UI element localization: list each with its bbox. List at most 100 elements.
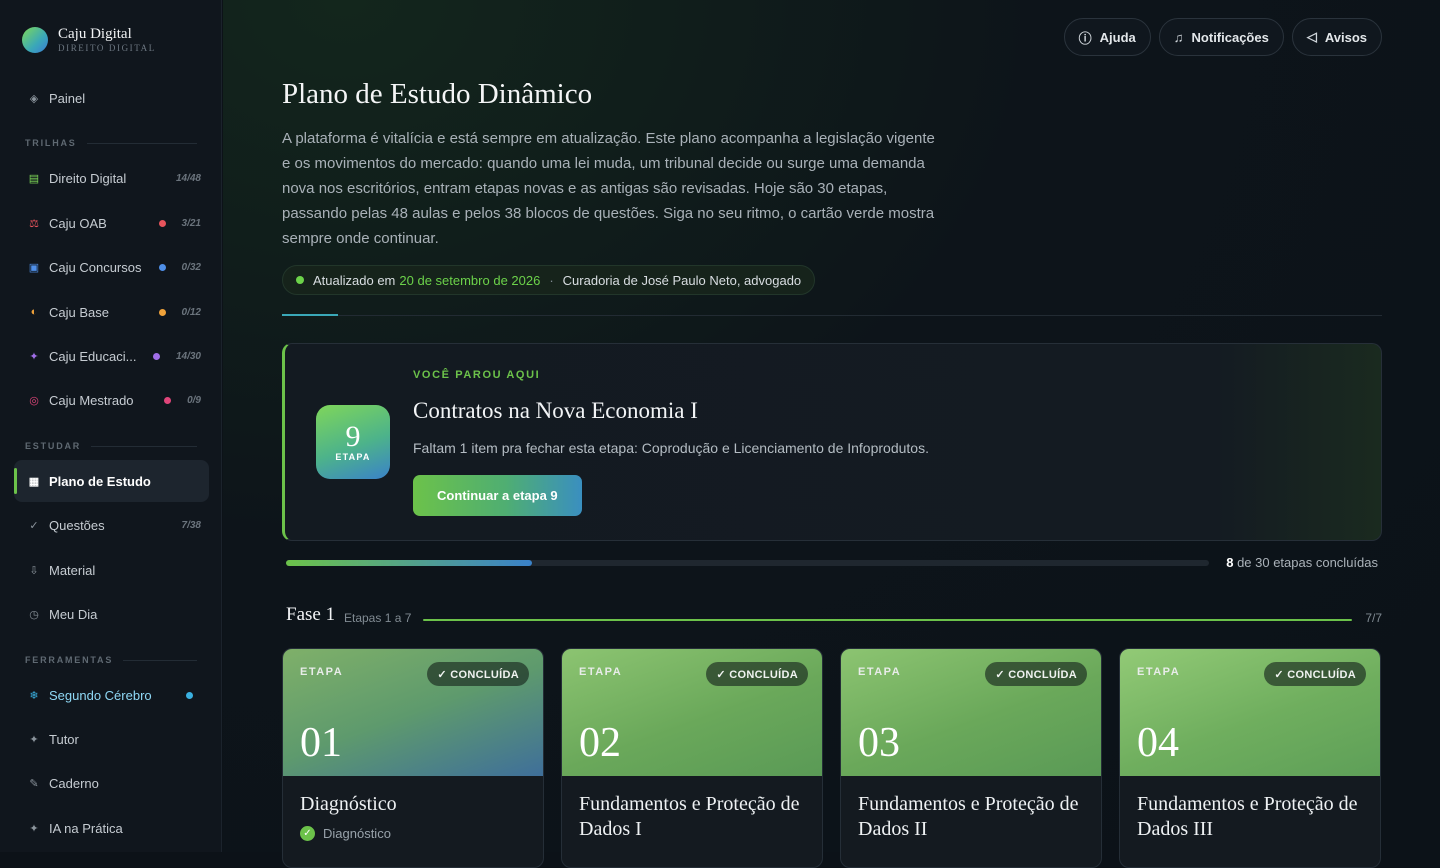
clock-icon: ◷ (29, 608, 39, 621)
progress-count: 3/21 (181, 217, 201, 229)
progress-suffix: de 30 etapas concluídas (1237, 555, 1378, 570)
stage-kicker: ETAPA (300, 666, 344, 678)
sidebar-item-meu-dia[interactable]: ◷ Meu Dia (14, 593, 209, 635)
download-icon: ⇩ (29, 564, 39, 577)
stage-number: 03 (858, 720, 900, 766)
resume-card: 9 ETAPA VOCÊ PAROU AQUI Contratos na Nov… (282, 343, 1382, 541)
help-icon: ⓘ (1078, 30, 1092, 46)
notices-label: Avisos (1324, 29, 1367, 45)
sidebar-item-questoes[interactable]: ✓ Questões 7/38 (14, 504, 209, 546)
sidebar-item-plano-de-estudo[interactable]: ▦ Plano de Estudo (14, 460, 209, 502)
status-dot (152, 352, 160, 360)
stage-card-04[interactable]: ETAPA ✓ CONCLUÍDA 04 Fundamentos e Prote… (1119, 648, 1381, 868)
page-intro: A plataforma é vitalícia e está sempre e… (282, 130, 935, 247)
notifications-button[interactable]: ♫ Notificações (1158, 18, 1284, 56)
main-content: ⓘ Ajuda ♫ Notificações ◁ Avisos Plano de… (223, 0, 1440, 868)
check-circle-icon: ✓ (300, 826, 315, 841)
status-dot (164, 396, 172, 404)
sidebar-item-caju-educacional[interactable]: ✦ Caju Educaci... 14/30 (14, 335, 209, 377)
updated-date: 20 de setembro de 2026 (399, 272, 541, 288)
sidebar-item-direito-digital[interactable]: ▤ Direito Digital 14/48 (14, 157, 209, 199)
sidebar-item-label: Caju Educaci... (49, 348, 137, 364)
sidebar-item-tutor[interactable]: ✦ Tutor (14, 718, 209, 760)
check-icon: ✓ (29, 519, 39, 532)
completed-badge: ✓ CONCLUÍDA (706, 662, 808, 686)
completed-badge: ✓ CONCLUÍDA (1264, 662, 1366, 686)
resume-title: Contratos na Nova Economia I (413, 398, 698, 423)
building-icon: ▣ (28, 261, 40, 274)
sidebar-item-label: Painel (49, 90, 86, 106)
notices-button[interactable]: ◁ Avisos (1291, 18, 1382, 56)
phase-progress-line (423, 619, 1352, 621)
half-circle-icon: ◐ (30, 306, 38, 318)
sidebar-item-label: Caderno (49, 775, 99, 791)
sidebar-item-label: Caju Base (49, 304, 109, 320)
brand-subtitle: DIREITO DIGITAL (58, 43, 156, 53)
sidebar: Caju Digital DIREITO DIGITAL ◈ Painel TR… (0, 0, 222, 852)
stage-card-02[interactable]: ETAPA ✓ CONCLUÍDA 02 Fundamentos e Prote… (561, 648, 823, 868)
sparkle-icon: ✦ (29, 822, 39, 835)
megaphone-icon: ◁ (1306, 29, 1317, 44)
diamond-icon: ◈ (29, 92, 39, 105)
status-dot (186, 691, 193, 699)
scales-icon: ⚖ (29, 217, 39, 230)
help-button[interactable]: ⓘ Ajuda (1063, 18, 1151, 56)
book-icon: ▤ (28, 172, 40, 185)
resume-kicker: VOCÊ PAROU AQUI (413, 369, 541, 381)
grid-icon: ▦ (28, 475, 40, 488)
notifications-label: Notificações (1191, 29, 1269, 45)
sidebar-item-caju-mestrado[interactable]: ◎ Caju Mestrado 0/9 (14, 379, 209, 421)
stage-badge: 9 ETAPA (316, 405, 390, 479)
sidebar-item-label: Tutor (49, 731, 79, 747)
sidebar-item-caju-concursos[interactable]: ▣ Caju Concursos 0/32 (14, 246, 209, 288)
sidebar-item-caju-base[interactable]: ◐ Caju Base 0/12 (14, 291, 209, 333)
sidebar-item-label: Caju Concursos (49, 259, 142, 275)
status-dot (158, 308, 166, 316)
stage-number: 04 (1137, 720, 1179, 766)
progress-count: 0/32 (181, 261, 201, 273)
sidebar-item-label: IA na Prática (49, 820, 123, 836)
progress-count: 0/9 (187, 394, 201, 406)
sparkle-icon: ✦ (29, 350, 39, 363)
section-label-ferramentas: FERRAMENTAS (25, 655, 197, 665)
separator: · (549, 272, 554, 288)
continue-stage-button[interactable]: Continuar a etapa 9 (413, 475, 582, 516)
pencil-icon: ✎ (29, 777, 39, 790)
caju-logo-icon (22, 27, 48, 53)
sidebar-item-caderno[interactable]: ✎ Caderno (14, 762, 209, 804)
progress-text: 8 de 30 etapas concluídas (1226, 555, 1378, 570)
sidebar-item-painel[interactable]: ◈ Painel (14, 77, 209, 119)
sidebar-item-caju-oab[interactable]: ⚖ Caju OAB 3/21 (14, 202, 209, 244)
divider-accent (282, 314, 338, 316)
section-label-estudar: ESTUDAR (25, 441, 197, 451)
stage-title: Diagnóstico (300, 793, 397, 815)
progress-count: 14/48 (175, 172, 201, 184)
stage-kicker: ETAPA (858, 666, 902, 678)
bell-icon: ♫ (1173, 29, 1184, 45)
progress-completed: 8 (1226, 555, 1234, 570)
snowflake-icon: ❄ (29, 689, 39, 702)
stage-card-01[interactable]: ETAPA ✓ CONCLUÍDA 01 Diagnóstico ✓ Diagn… (282, 648, 544, 868)
sidebar-item-material[interactable]: ⇩ Material (14, 549, 209, 591)
stage-tag: ✓ Diagnóstico (300, 826, 391, 841)
completed-badge: ✓ CONCLUÍDA (427, 662, 529, 686)
section-label-trilhas: TRILHAS (25, 138, 197, 148)
sparkle-icon: ✦ (29, 733, 39, 746)
phase-count: 7/7 (1365, 611, 1382, 625)
sidebar-item-segundo-cerebro[interactable]: ❄ Segundo Cérebro (14, 674, 209, 716)
target-icon: ◎ (29, 394, 39, 407)
overall-progress-bar (286, 560, 1209, 566)
sidebar-item-ia-na-pratica[interactable]: ✦ IA na Prática (14, 807, 209, 849)
sidebar-item-label: Meu Dia (49, 606, 98, 622)
updated-prefix: Atualizado em (313, 272, 396, 288)
stage-card-03[interactable]: ETAPA ✓ CONCLUÍDA 03 Fundamentos e Prote… (840, 648, 1102, 868)
sidebar-item-label: Direito Digital (49, 170, 127, 186)
divider (282, 315, 1382, 316)
stage-tag-label: Diagnóstico (323, 826, 391, 841)
brand[interactable]: Caju Digital DIREITO DIGITAL (22, 26, 156, 54)
stage-kicker: ETAPA (579, 666, 623, 678)
sidebar-item-label: Caju OAB (49, 215, 107, 231)
resume-description: Faltam 1 item pra fechar esta etapa: Cop… (413, 440, 929, 456)
sidebar-item-label: Plano de Estudo (49, 473, 151, 489)
sidebar-item-label: Material (49, 562, 96, 578)
